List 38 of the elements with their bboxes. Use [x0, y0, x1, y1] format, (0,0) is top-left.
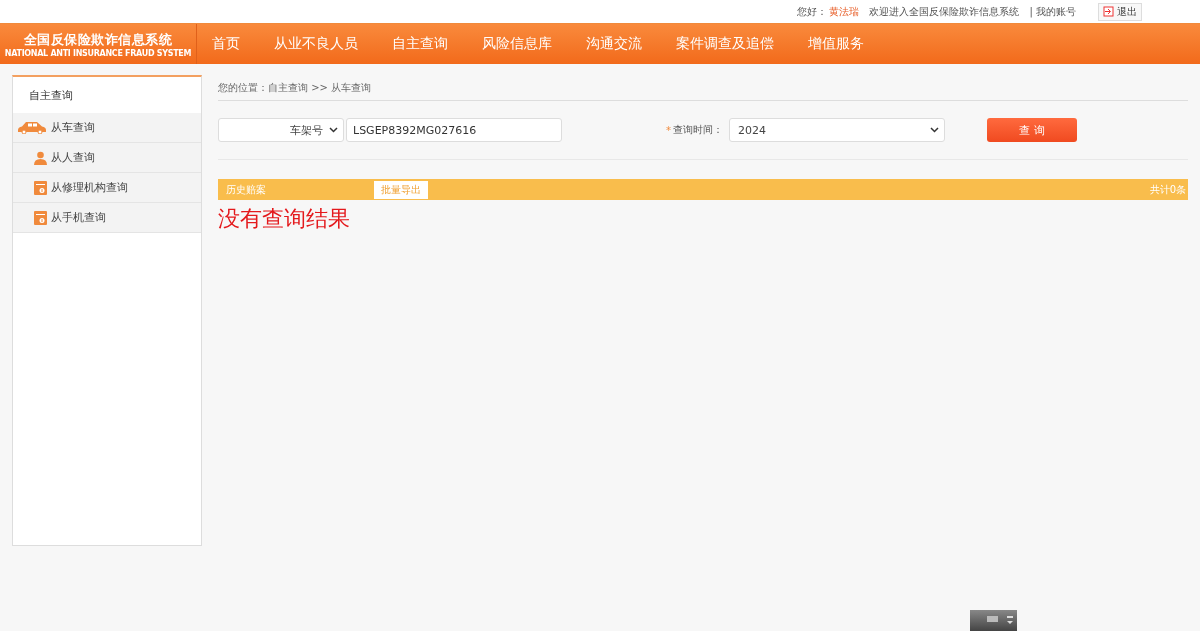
nav-item[interactable]: 风险信息库	[465, 35, 569, 53]
welcome-text: 欢迎进入全国反保险欺诈信息系统	[869, 4, 1020, 19]
required-mark: *	[666, 124, 671, 136]
document-icon	[34, 210, 47, 225]
query-button[interactable]: 查 询	[987, 118, 1077, 142]
export-button[interactable]: 批量导出	[374, 180, 428, 199]
car-icon	[17, 121, 47, 134]
result-count: 共计0条	[1149, 182, 1186, 197]
breadcrumb: 您的位置：自主查询 >> 从车查询	[218, 75, 1188, 101]
sidebar-item[interactable]: 从手机查询	[13, 203, 201, 233]
logout-button[interactable]: 退出	[1098, 2, 1142, 21]
sidebar-item[interactable]: 从修理机构查询	[13, 173, 201, 203]
nav-item[interactable]: 增值服务	[791, 35, 881, 53]
year-select[interactable]: 2024	[729, 118, 945, 142]
user-name[interactable]: 黄法瑞	[829, 4, 860, 19]
logo-subtitle: NATIONAL ANTI INSURANCE FRAUD SYSTEM	[4, 48, 192, 58]
vin-input-field[interactable]: LSGEP8392MG027616	[346, 118, 562, 142]
nav-item[interactable]: 沟通交流	[569, 35, 659, 53]
nav-item[interactable]: 从业不良人员	[257, 35, 375, 53]
logout-icon	[1103, 6, 1114, 17]
type-select[interactable]: 车架号	[218, 118, 344, 142]
nav-item[interactable]: 案件调查及追偿	[659, 35, 791, 53]
sidebar-title: 自主查询	[28, 87, 74, 104]
logo-title: 全国反保险欺诈信息系统	[23, 30, 173, 49]
chevron-down-icon	[930, 127, 939, 133]
nav-item[interactable]: 首页	[195, 35, 257, 53]
sidebar-item[interactable]: 从车查询	[13, 113, 201, 143]
sidebar-item[interactable]: 从人查询	[13, 143, 201, 173]
nav-item[interactable]: 自主查询	[375, 35, 465, 53]
results-title: 历史赔案	[226, 182, 266, 197]
chevron-down-icon	[329, 127, 338, 133]
account-link[interactable]: | 我的账号	[1029, 4, 1076, 19]
greeting-label: 您好：	[797, 4, 828, 19]
empty-message: 没有查询结果	[218, 205, 351, 233]
time-label: 查询时间：	[673, 123, 723, 137]
keyboard-icon[interactable]	[970, 610, 1017, 631]
person-icon	[34, 150, 47, 165]
document-icon	[34, 180, 47, 195]
